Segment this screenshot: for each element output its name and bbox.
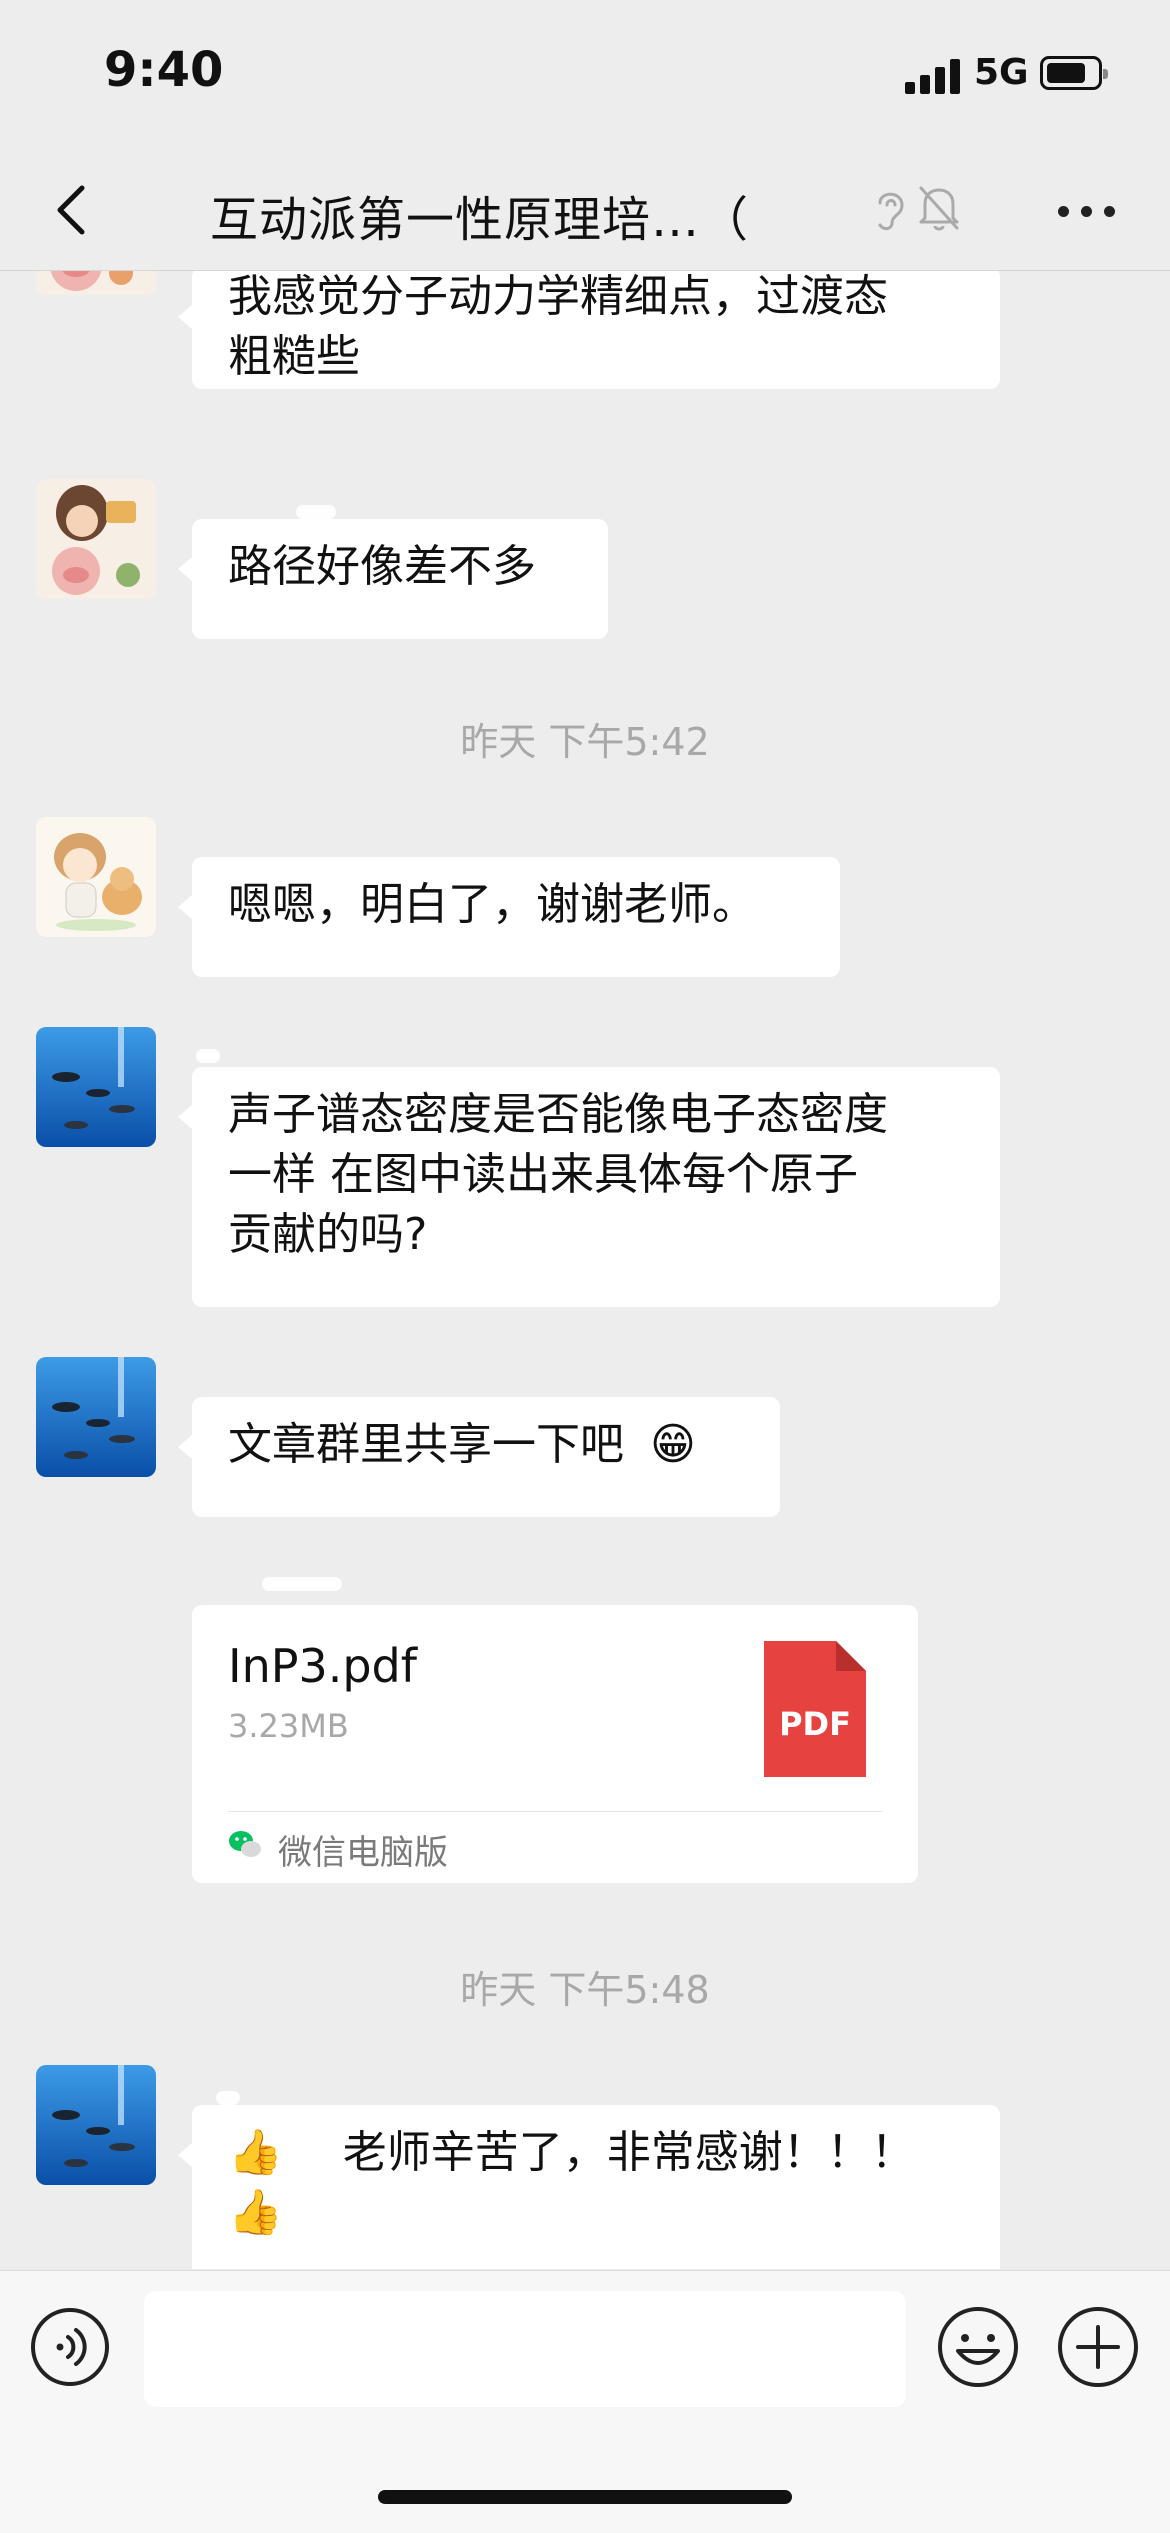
message-text: 嗯嗯，明白了，谢谢老师。	[228, 879, 756, 930]
message-text: 我感觉分子动力学精细点，过渡态	[228, 271, 888, 322]
message-input[interactable]	[144, 2291, 906, 2407]
message-text: 粗糙些	[228, 331, 360, 382]
file-name: InP3.pdf	[228, 1639, 417, 1693]
avatar[interactable]	[36, 817, 156, 937]
avatar[interactable]	[36, 479, 156, 599]
file-message-card[interactable]: InP3.pdf 3.23MB PDF 微信电脑版	[192, 1605, 918, 1883]
timestamp: 昨天 下午5:48	[460, 1968, 710, 2012]
message-text: 贡献的吗?	[228, 1209, 428, 1260]
plus-icon[interactable]	[1056, 2305, 1140, 2389]
message-bubble[interactable]: 文章群里共享一下吧 😁	[178, 1397, 780, 1517]
voice-icon[interactable]	[30, 2307, 110, 2387]
message-bubble[interactable]: 声子谱态密度是否能像电子态密度 一样 在图中读出来具体每个原子 贡献的吗?	[178, 1067, 1000, 1307]
nickname-redacted	[216, 2091, 240, 2105]
pdf-file-icon: PDF	[764, 1641, 866, 1777]
chat-title[interactable]: 互动派第一性原理培…（	[210, 180, 930, 250]
network-label: 5G	[974, 52, 1029, 93]
avatar[interactable]	[36, 271, 156, 295]
avatar[interactable]	[36, 2065, 156, 2185]
file-size: 3.23MB	[228, 1707, 349, 1745]
message-text: 路径好像差不多	[228, 541, 536, 592]
wechat-icon	[229, 1831, 261, 1857]
message-bubble[interactable]: 路径好像差不多	[178, 519, 608, 639]
nickname-redacted	[296, 505, 336, 519]
avatar[interactable]	[36, 1357, 156, 1477]
chat-header: 互动派第一性原理培…（	[0, 150, 1170, 271]
message-text: 老师辛苦了，非常感谢！！！	[342, 2127, 915, 2178]
nickname-redacted	[262, 1577, 342, 1591]
status-bar: 9:40 5G	[0, 0, 1170, 150]
message-text: 一样 在图中读出来具体每个原子	[228, 1149, 858, 1200]
pdf-badge-label: PDF	[779, 1705, 851, 1743]
message-list[interactable]: 我感觉分子动力学精细点，过渡态 粗糙些 路径好像差不多 昨天 下午5:42 嗯嗯…	[0, 271, 1170, 2269]
back-icon[interactable]	[44, 180, 104, 240]
ear-icon	[878, 192, 904, 231]
message-bubble[interactable]: 嗯嗯，明白了，谢谢老师。	[178, 857, 840, 977]
home-indicator[interactable]	[378, 2490, 792, 2504]
thumbs-up-emoji-icon: 👍	[228, 2127, 283, 2178]
battery-icon	[1040, 56, 1108, 90]
status-time: 9:40	[104, 42, 224, 98]
message-bubble[interactable]: 👍 老师辛苦了，非常感谢！！！ 👍	[178, 2105, 1000, 2269]
divider	[228, 1811, 882, 1812]
more-icon[interactable]	[1050, 190, 1130, 230]
timestamp: 昨天 下午5:42	[460, 720, 710, 764]
message-bubble[interactable]: 我感觉分子动力学精细点，过渡态 粗糙些	[178, 271, 1000, 389]
message-text: 文章群里共享一下吧	[228, 1419, 624, 1470]
thumbs-up-emoji-icon: 👍	[228, 2187, 283, 2238]
avatar[interactable]	[36, 1027, 156, 1147]
signal-icon	[905, 58, 965, 94]
mute-icon	[919, 186, 959, 231]
grinning-emoji-icon: 😁	[650, 1419, 696, 1470]
message-text: 声子谱态密度是否能像电子态密度	[228, 1089, 888, 1140]
file-source-label: 微信电脑版	[278, 1833, 448, 1873]
emoji-icon[interactable]	[936, 2305, 1020, 2389]
nickname-redacted	[196, 1049, 220, 1063]
